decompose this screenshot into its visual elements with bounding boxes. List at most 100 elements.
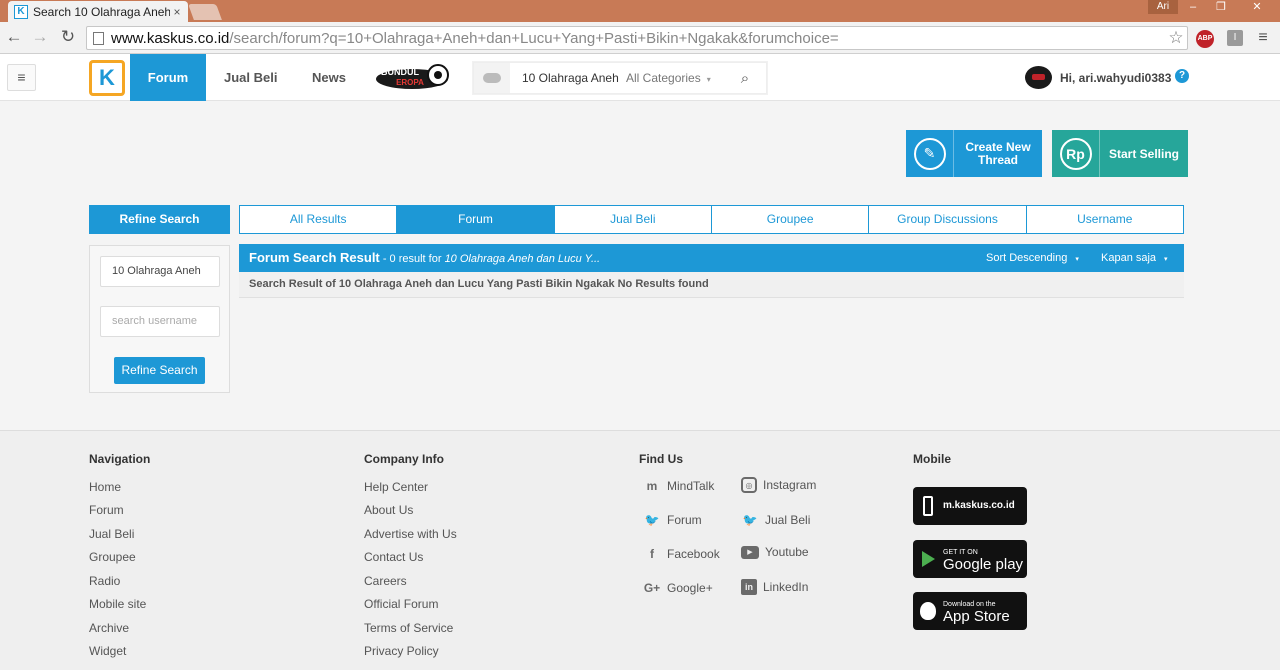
footer-navigation-title: Navigation <box>89 452 151 466</box>
tab-close-icon[interactable]: × <box>170 5 184 19</box>
facebook-icon: f <box>650 547 654 561</box>
result-tabs: All Results Forum Jual Beli Groupee Grou… <box>239 205 1184 234</box>
tab-title: Search 10 Olahraga Aneh <box>33 4 170 19</box>
footer-link-help-center[interactable]: Help Center <box>364 480 428 494</box>
search-icon[interactable]: ⌕ <box>730 70 760 87</box>
reload-icon[interactable]: ↻ <box>58 27 78 47</box>
footer-link-terms[interactable]: Terms of Service <box>364 621 453 635</box>
page-icon <box>93 31 104 45</box>
sort-dropdown[interactable]: Sort Descending ▾ <box>986 252 1079 264</box>
time-filter-dropdown[interactable]: Kapan saja ▾ <box>1101 252 1168 264</box>
app-store-badge[interactable]: Download on the App Store <box>913 592 1027 630</box>
refine-search-panel: 10 Olahraga Aneh search username Refine … <box>89 245 230 393</box>
footer-link-careers[interactable]: Careers <box>364 574 407 588</box>
browser-menu-icon[interactable]: ≡ <box>1254 29 1272 47</box>
kaskus-logo[interactable]: K <box>89 60 125 96</box>
footer-link-jual-beli[interactable]: Jual Beli <box>89 527 134 541</box>
footer-link-widget[interactable]: Widget <box>89 644 126 658</box>
social-youtube[interactable]: ▶ Youtube <box>741 545 809 559</box>
footer-link-radio[interactable]: Radio <box>89 574 120 588</box>
url-text[interactable]: www.kaskus.co.id/search/forum?q=10+Olahr… <box>111 30 1165 47</box>
chevron-down-icon: ▾ <box>1164 256 1168 263</box>
nav-jual-beli[interactable]: Jual Beli <box>224 54 277 101</box>
user-greeting[interactable]: Hi, ari.wahyudi0383 <box>1060 71 1171 85</box>
footer-link-groupee[interactable]: Groupee <box>89 550 136 564</box>
window-minimize-button[interactable]: – <box>1180 0 1206 16</box>
instagram-icon: ◎ <box>741 477 757 493</box>
tab-groupee[interactable]: Groupee <box>712 206 870 233</box>
footer-link-archive[interactable]: Archive <box>89 621 129 635</box>
adblock-extension-icon[interactable]: ABP <box>1196 30 1214 48</box>
footer-link-home[interactable]: Home <box>89 480 121 494</box>
nav-news[interactable]: News <box>312 54 346 101</box>
social-twitter-forum[interactable]: 🐦 Forum <box>643 511 702 529</box>
footer-link-official-forum[interactable]: Official Forum <box>364 597 438 611</box>
youtube-icon: ▶ <box>741 545 759 559</box>
social-google-plus[interactable]: G+ Google+ <box>643 579 713 597</box>
bundul-eropa-logo[interactable]: BUNDUL EROPA <box>374 62 450 92</box>
result-header-bar: Forum Search Result - 0 result for 10 Ol… <box>239 244 1184 272</box>
footer-link-mobile-site[interactable]: Mobile site <box>89 597 146 611</box>
help-icon[interactable]: ? <box>1175 69 1189 83</box>
mobile-site-badge[interactable]: m.kaskus.co.id <box>913 487 1027 525</box>
tab-all-results[interactable]: All Results <box>240 206 398 233</box>
tab-jual-beli[interactable]: Jual Beli <box>555 206 712 233</box>
footer-link-advertise[interactable]: Advertise with Us <box>364 527 457 541</box>
svg-text:BUNDUL: BUNDUL <box>381 67 419 77</box>
tab-username[interactable]: Username <box>1027 206 1183 233</box>
tab-forum[interactable]: Forum <box>397 206 555 233</box>
window-close-button[interactable]: ✕ <box>1240 0 1274 16</box>
nav-forum[interactable]: Forum <box>130 54 206 101</box>
browser-user-chip[interactable]: Ari <box>1148 0 1178 14</box>
browser-tab[interactable]: K Search 10 Olahraga Aneh × <box>8 1 188 22</box>
extension-icon[interactable]: I <box>1227 30 1243 46</box>
refine-query-input[interactable]: 10 Olahraga Aneh <box>100 256 220 287</box>
chevron-down-icon: ▾ <box>706 75 711 84</box>
social-linkedin[interactable]: in LinkedIn <box>741 579 808 595</box>
footer-link-privacy[interactable]: Privacy Policy <box>364 644 439 658</box>
category-select[interactable]: All Categories ▾ <box>626 71 730 85</box>
google-plus-icon: G+ <box>643 581 661 595</box>
apple-icon <box>920 602 936 620</box>
browser-toolbar: ← → ↻ www.kaskus.co.id/search/forum?q=10… <box>0 22 1280 54</box>
kaskus-favicon-icon: K <box>14 4 28 19</box>
hamburger-menu-icon[interactable]: ≡ <box>7 64 36 91</box>
start-selling-label: Start Selling <box>1108 146 1179 161</box>
social-facebook[interactable]: f Facebook <box>643 545 720 563</box>
back-arrow-icon[interactable]: ← <box>4 27 24 47</box>
username-search-input[interactable]: search username <box>100 306 220 337</box>
refine-search-button[interactable]: Refine Search <box>114 357 205 384</box>
pencil-icon: ✎ <box>913 137 946 170</box>
forward-arrow-icon[interactable]: → <box>30 27 50 47</box>
footer-find-us-title: Find Us <box>639 452 683 466</box>
site-header: ≡ K Forum Jual Beli News BUNDUL EROPA 10… <box>0 54 1280 101</box>
create-thread-button[interactable]: ✎ Create New Thread <box>906 130 1042 177</box>
social-instagram[interactable]: ◎ Instagram <box>741 477 816 493</box>
chevron-down-icon: ▾ <box>1075 256 1079 263</box>
bookmark-star-icon[interactable]: ☆ <box>1165 28 1187 48</box>
footer-link-contact-us[interactable]: Contact Us <box>364 550 423 564</box>
cloud-icon[interactable] <box>474 63 510 93</box>
result-title: Forum Search Result - 0 result for 10 Ol… <box>249 250 601 265</box>
svg-text:EROPA: EROPA <box>396 78 424 87</box>
search-input[interactable]: 10 Olahraga Aneh <box>510 71 626 85</box>
twitter-icon: 🐦 <box>742 513 758 527</box>
window-maximize-button[interactable]: ❐ <box>1208 0 1234 16</box>
create-thread-label: Create New Thread <box>965 139 1031 167</box>
new-tab-button[interactable] <box>188 4 222 20</box>
rupiah-icon: Rp <box>1059 137 1092 170</box>
start-selling-button[interactable]: Rp Start Selling <box>1052 130 1188 177</box>
address-bar[interactable]: www.kaskus.co.id/search/forum?q=10+Olahr… <box>86 26 1188 50</box>
footer-link-about-us[interactable]: About Us <box>364 503 413 517</box>
no-results-message: Search Result of 10 Olahraga Aneh dan Lu… <box>239 272 1184 298</box>
google-play-badge[interactable]: GET IT ON Google play <box>913 540 1027 578</box>
footer-company-title: Company Info <box>364 452 444 466</box>
social-twitter-jual-beli[interactable]: 🐦 Jual Beli <box>741 511 811 529</box>
avatar[interactable] <box>1025 66 1052 89</box>
site-search-box: 10 Olahraga Aneh All Categories ▾ ⌕ <box>473 62 767 94</box>
footer: Navigation Home Forum Jual Beli Groupee … <box>0 430 1280 670</box>
footer-link-forum[interactable]: Forum <box>89 503 124 517</box>
refine-search-heading: Refine Search <box>89 205 230 234</box>
tab-group-discussions[interactable]: Group Discussions <box>869 206 1027 233</box>
social-mindtalk[interactable]: m MindTalk <box>643 477 715 495</box>
